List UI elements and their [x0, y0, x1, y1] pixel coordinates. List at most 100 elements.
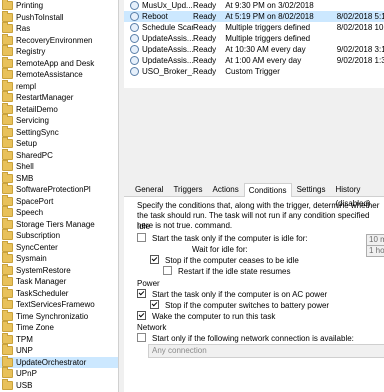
idle-start-option[interactable]: Start the task only if the computer is i…: [137, 233, 308, 244]
tree-item[interactable]: Sysmain: [0, 252, 118, 265]
restart-idle-option[interactable]: Restart if the idle state resumes: [163, 266, 291, 277]
tree-item-label: Registry: [16, 47, 46, 56]
task-triggers-cell: At 1:00 AM every day: [225, 56, 302, 65]
wait-idle-dropdown[interactable]: 1 hou: [366, 245, 384, 257]
battery-option[interactable]: Stop if the computer switches to battery…: [150, 300, 329, 311]
tree-item[interactable]: SharedPC: [0, 148, 118, 162]
tab-actions[interactable]: Actions: [208, 182, 244, 196]
idle-start-label: Start the task only if the computer is i…: [152, 234, 308, 243]
tree-item[interactable]: PushToInstall: [0, 10, 118, 24]
tree-item[interactable]: Storage Tiers Manage: [0, 217, 118, 231]
tree-item[interactable]: Shell: [0, 160, 118, 173]
tree-item[interactable]: Printing: [0, 0, 118, 12]
network-label: Start only if the following network conn…: [152, 334, 354, 343]
task-name-cell: Reboot: [142, 12, 168, 21]
tree-item-label: SharedPC: [16, 150, 53, 160]
task-row[interactable]: UpdateAssis... Ready At 10:30 AM every day…: [124, 44, 384, 55]
folder-icon: [2, 171, 13, 183]
task-row[interactable]: Schedule Scan Ready Multiple triggers defi…: [124, 22, 384, 33]
battery-checkbox[interactable]: [150, 300, 159, 310]
task-next-cell: [337, 66, 384, 77]
tree-item[interactable]: SoftwareProtectionPl: [0, 183, 118, 196]
task-next-cell: 9/02/2018 3:17:53 P: [336, 45, 384, 54]
tree-item[interactable]: SyncCenter: [0, 240, 118, 254]
tree-item[interactable]: SettingSync: [0, 125, 118, 139]
tree-item-label: Servicing: [16, 116, 49, 125]
tree-item[interactable]: Setup: [0, 137, 118, 150]
tab-general[interactable]: General: [130, 182, 168, 196]
tree-item[interactable]: Ras: [0, 22, 118, 35]
wake-option[interactable]: Wake the computer to run this task: [137, 311, 275, 322]
folder-icon: [2, 263, 13, 275]
tab-triggers[interactable]: Triggers: [168, 182, 207, 196]
tab-conditions[interactable]: Conditions: [243, 183, 292, 197]
tree-item[interactable]: TaskScheduler: [0, 286, 118, 300]
tree-item[interactable]: Task Manager: [0, 275, 118, 288]
folder-tree[interactable]: Printing PushToInstall Ras RecoveryEnvironm…: [0, 0, 119, 392]
ac-power-option[interactable]: Start the task only if the computer is o…: [137, 289, 327, 300]
tree-item[interactable]: UNP: [0, 344, 118, 357]
folder-icon: [2, 321, 13, 333]
tree-item[interactable]: UpdateOrchestrator: [0, 355, 118, 368]
network-connection-dropdown[interactable]: Any connection: [148, 344, 384, 358]
folder-icon: [2, 125, 13, 137]
tree-item[interactable]: SpacePort: [0, 194, 118, 208]
folder-icon: [2, 0, 13, 11]
task-row[interactable]: UpdateAssis... Ready Multiple triggers def…: [124, 33, 384, 44]
task-name-cell: MusUx_Upd...: [142, 1, 193, 10]
task-name-cell: UpdateAssis...: [142, 56, 194, 65]
tree-item[interactable]: UPnP: [0, 367, 118, 380]
tree-item-label: SpacePort: [16, 196, 54, 206]
task-row[interactable]: MusUx_Upd... Ready At 9:30 PM on 3/02/2018: [124, 0, 384, 11]
tree-item[interactable]: TPM: [0, 332, 118, 346]
stop-idle-option[interactable]: Stop if the computer ceases to be idle: [150, 255, 299, 266]
tree-item[interactable]: RetailDemo: [0, 102, 118, 116]
tree-item[interactable]: Time Zone: [0, 321, 118, 334]
tree-item[interactable]: SMB: [0, 171, 118, 185]
idle-section-label: Idle: [137, 222, 150, 231]
task-row[interactable]: Reboot Ready At 5:19 PM on 8/02/2018 8/02/2…: [124, 11, 384, 22]
tab-settings[interactable]: Settings: [292, 182, 331, 196]
tree-item[interactable]: SystemRestore: [0, 263, 118, 277]
task-row[interactable]: UpdateAssis... Ready At 1:00 AM every day 9…: [124, 55, 384, 66]
task-list[interactable]: MusUx_Upd... Ready At 9:30 PM on 3/02/2018…: [124, 0, 384, 88]
restart-idle-checkbox[interactable]: [163, 266, 172, 276]
folder-icon: [2, 298, 13, 310]
tree-item[interactable]: Registry: [0, 45, 118, 58]
stop-idle-checkbox[interactable]: [150, 255, 159, 265]
tree-item[interactable]: RemoteAssistance: [0, 68, 118, 81]
tree-item[interactable]: Subscription: [0, 229, 118, 242]
folder-icon: [2, 240, 13, 252]
folder-icon: [2, 114, 13, 126]
tree-item-label: rempl: [16, 81, 37, 91]
tree-item[interactable]: Servicing: [0, 114, 118, 127]
tree-item[interactable]: Time Synchronizatio: [0, 309, 118, 323]
tree-item[interactable]: USB: [0, 378, 118, 392]
tree-item-label: RecoveryEnvironmen: [16, 35, 93, 45]
wait-idle-label: Wait for idle for:: [192, 245, 248, 254]
network-option[interactable]: Start only if the following network conn…: [137, 333, 354, 344]
folder-icon: [2, 355, 13, 367]
tree-item[interactable]: RemoteApp and Desk: [0, 56, 118, 70]
tab-history-disabled[interactable]: History (disabled): [330, 182, 384, 208]
ac-power-checkbox[interactable]: [137, 289, 146, 299]
task-triggers-cell: Multiple triggers defined: [225, 23, 311, 32]
task-row[interactable]: USO_Broker_... Ready Custom Trigger: [124, 66, 384, 77]
task-triggers-cell: Custom Trigger: [225, 67, 280, 76]
idle-start-checkbox[interactable]: [137, 233, 146, 243]
task-status-cell: Ready: [193, 56, 217, 65]
tree-item[interactable]: RestartManager: [0, 91, 118, 104]
folder-icon: [2, 378, 13, 390]
tree-item-label: Storage Tiers Manage: [16, 219, 95, 229]
tree-item[interactable]: RecoveryEnvironmen: [0, 33, 118, 47]
tree-item[interactable]: Speech: [0, 206, 118, 219]
network-checkbox[interactable]: [137, 333, 146, 343]
wake-checkbox[interactable]: [137, 311, 146, 321]
tree-item[interactable]: rempl: [0, 79, 118, 93]
task-next-cell: 8/02/2018 10:16:17: [336, 23, 384, 32]
power-section-label: Power: [137, 279, 160, 288]
task-clock-icon: [130, 45, 139, 54]
folder-icon: [2, 229, 13, 241]
tree-item[interactable]: TextServicesFramewo: [0, 298, 118, 311]
task-clock-icon: [130, 1, 139, 10]
